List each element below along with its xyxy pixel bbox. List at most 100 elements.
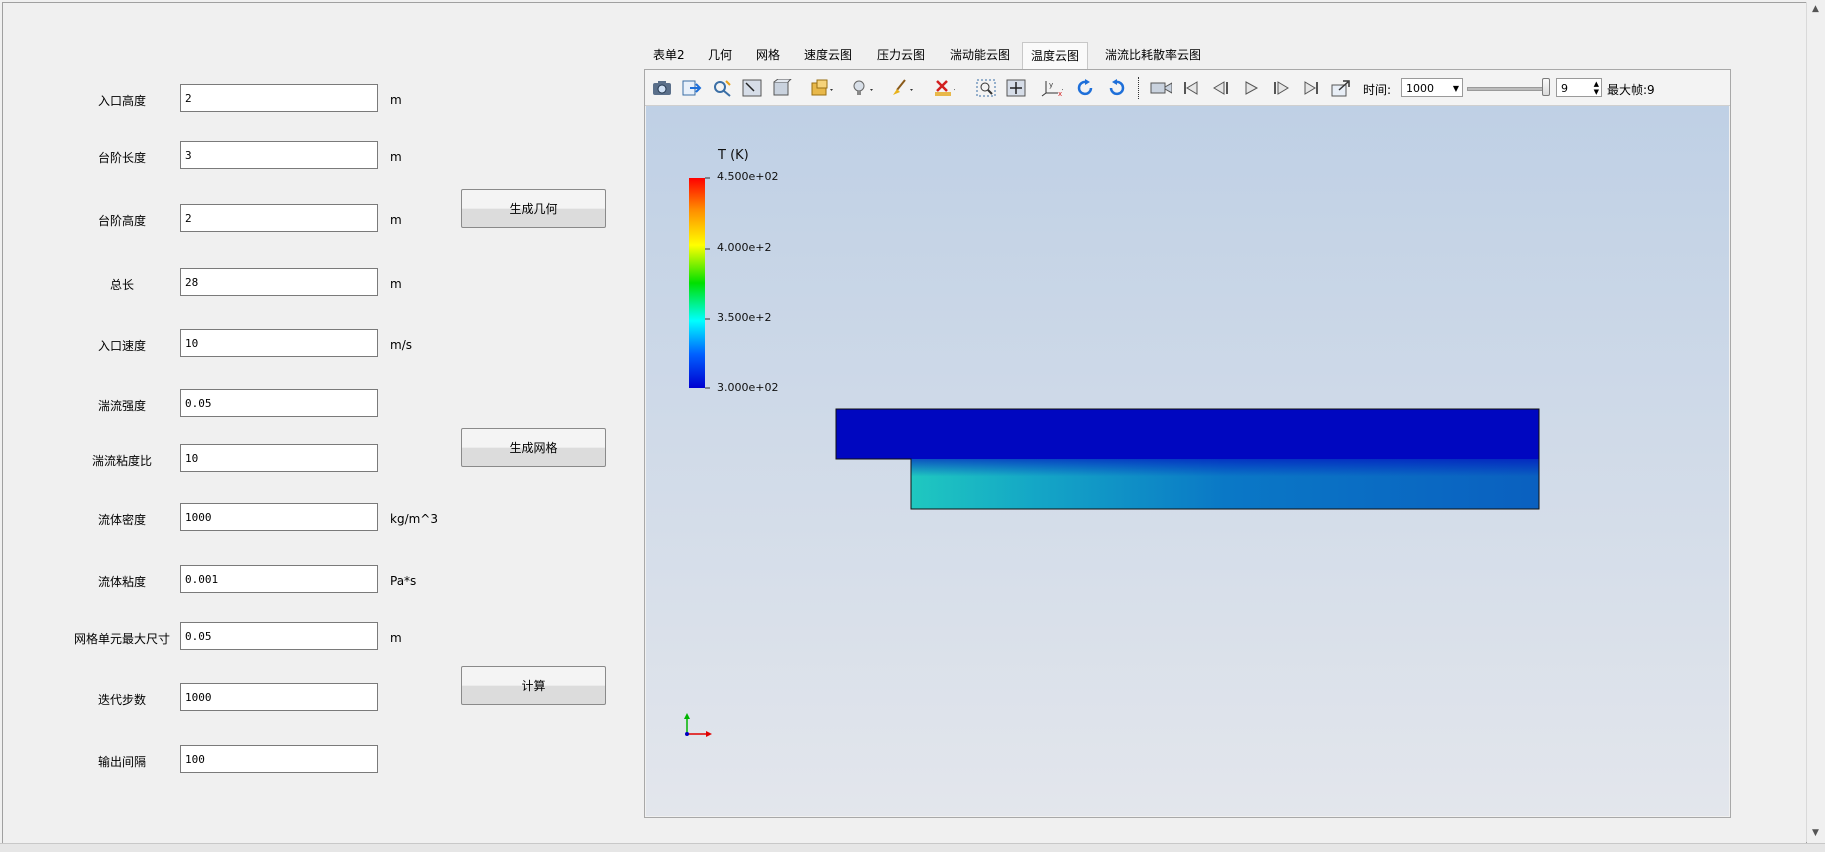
svg-text:x: x: [1058, 90, 1062, 97]
first-frame-icon[interactable]: [1180, 77, 1202, 99]
time-label: 时间:: [1363, 83, 1392, 97]
field-label: 总长: [109, 278, 134, 292]
next-frame-icon[interactable]: [1270, 77, 1292, 99]
vertical-scrollbar[interactable]: ▲ ▼: [1806, 2, 1824, 842]
export-animation-icon[interactable]: [1330, 77, 1352, 99]
rotate-cw-icon[interactable]: [1075, 77, 1097, 99]
field-label: 台阶高度: [97, 214, 146, 228]
tab-dissipation-contour[interactable]: 湍流比耗散率云图: [1097, 42, 1209, 69]
form-row: 入口高度 2 m: [60, 84, 460, 114]
unit-label: m: [390, 93, 402, 107]
y-axis-arrow-icon: [684, 713, 690, 719]
unit-label: m: [390, 150, 402, 164]
parameter-input[interactable]: 28: [180, 268, 378, 296]
form-row: 湍流强度 0.05: [60, 389, 460, 419]
open-file-icon[interactable]: [811, 77, 833, 99]
parameter-input[interactable]: 3: [180, 141, 378, 169]
form-row: 流体密度 1000 kg/m^3: [60, 503, 460, 533]
form-row: 网格单元最大尺寸 0.05 m: [60, 622, 460, 652]
toolbar-separator: [1138, 77, 1141, 99]
prev-frame-icon[interactable]: [1210, 77, 1232, 99]
field-label: 湍流粘度比: [91, 454, 152, 468]
parameter-input[interactable]: 1000: [180, 683, 378, 711]
field-label: 入口高度: [97, 94, 146, 108]
form-row: 迭代步数 1000: [60, 683, 460, 713]
temperature-scene: [684, 177, 1540, 737]
field-label: 迭代步数: [97, 693, 146, 707]
render-viewport[interactable]: T (K) 4.500e+02 4.000e+2 3.500e+2 3.000e…: [646, 106, 1729, 816]
tab-tke-contour[interactable]: 湍动能云图: [942, 42, 1018, 69]
parameter-input[interactable]: 100: [180, 745, 378, 773]
clear-icon[interactable]: [933, 77, 955, 99]
frame-spinbox[interactable]: 9 ▲ ▼: [1556, 78, 1602, 97]
axes-icon[interactable]: yx: [1041, 77, 1063, 99]
last-frame-icon[interactable]: [1300, 77, 1322, 99]
unit-label: m/s: [390, 338, 412, 352]
export-icon[interactable]: [681, 77, 703, 99]
frame-value: 9: [1561, 82, 1568, 95]
scroll-up-icon[interactable]: ▲: [1810, 4, 1821, 15]
select-region-icon[interactable]: [741, 77, 763, 99]
colorbar: [689, 178, 705, 388]
form-row: 湍流粘度比 10: [60, 444, 460, 474]
viewer-toolbar: yx 时间: 1000 ▼ 9 ▲ ▼ 最大帧:9: [645, 70, 1730, 106]
field-label: 流体粘度: [97, 575, 146, 589]
play-icon[interactable]: [1240, 77, 1262, 99]
box-icon[interactable]: [771, 77, 793, 99]
visualization-panel: yx 时间: 1000 ▼ 9 ▲ ▼ 最大帧:9 T (K) 4.500e+0…: [644, 69, 1731, 818]
form-row: 入口速度 10 m/s: [60, 329, 460, 359]
parameter-input[interactable]: 10: [180, 329, 378, 357]
light-icon[interactable]: [851, 77, 873, 99]
field-label: 流体密度: [97, 513, 146, 527]
generate-mesh-button[interactable]: 生成网格: [461, 428, 606, 467]
brush-icon[interactable]: [891, 77, 913, 99]
parameter-input[interactable]: 1000: [180, 503, 378, 531]
parameter-input[interactable]: 2: [180, 204, 378, 232]
tab-geometry[interactable]: 几何: [700, 42, 740, 69]
colorbar-tick-label: 4.000e+2: [717, 241, 772, 254]
chevron-down-icon: ▼: [1452, 84, 1459, 93]
unit-label: kg/m^3: [390, 512, 438, 526]
unit-label: m: [390, 213, 402, 227]
camera-icon[interactable]: [651, 77, 673, 99]
colorbar-tick-label: 3.500e+2: [717, 311, 772, 324]
fit-view-icon[interactable]: [1005, 77, 1027, 99]
spin-down-icon[interactable]: ▼: [1594, 88, 1599, 96]
time-combobox[interactable]: 1000 ▼: [1401, 78, 1463, 97]
zoom-box-icon[interactable]: [975, 77, 997, 99]
upper-inlet-region: [836, 409, 1539, 459]
parameter-input[interactable]: 0.05: [180, 622, 378, 650]
parameter-input[interactable]: 2: [180, 84, 378, 112]
field-label: 网格单元最大尺寸: [73, 632, 170, 646]
tab-pressure-contour[interactable]: 压力云图: [869, 42, 933, 69]
tab-form2[interactable]: 表单2: [645, 42, 693, 69]
rotate-ccw-icon[interactable]: [1105, 77, 1127, 99]
parameter-input[interactable]: 0.05: [180, 389, 378, 417]
form-row: 总长 28 m: [60, 268, 460, 298]
frame-slider[interactable]: [1467, 87, 1549, 91]
svg-text:y: y: [1049, 81, 1053, 89]
tab-temperature-contour[interactable]: 温度云图: [1022, 42, 1089, 70]
colorbar-tick-label: 3.000e+02: [717, 381, 779, 394]
field-label: 入口速度: [97, 339, 146, 353]
parameter-input[interactable]: 0.001: [180, 565, 378, 593]
parameter-input[interactable]: 10: [180, 444, 378, 472]
tab-velocity-contour[interactable]: 速度云图: [796, 42, 860, 69]
scroll-down-icon[interactable]: ▼: [1810, 828, 1821, 839]
pick-icon[interactable]: [711, 77, 733, 99]
lower-step-shading: [911, 459, 1539, 509]
form-row: 流体粘度 0.001 Pa*s: [60, 565, 460, 595]
frame-slider-handle[interactable]: [1542, 78, 1550, 96]
tab-mesh[interactable]: 网格: [748, 42, 788, 69]
record-icon[interactable]: [1150, 77, 1172, 99]
spin-up-icon[interactable]: ▲: [1594, 80, 1599, 88]
max-frame-label: 最大帧:9: [1607, 83, 1655, 97]
compute-button[interactable]: 计算: [461, 666, 606, 705]
unit-label: m: [390, 277, 402, 291]
axes-origin: [685, 732, 689, 736]
unit-label: Pa*s: [390, 574, 417, 588]
generate-geometry-button[interactable]: 生成几何: [461, 189, 606, 228]
field-label: 输出间隔: [97, 755, 146, 769]
colorbar-title: T (K): [718, 148, 749, 163]
form-row: 台阶长度 3 m: [60, 141, 460, 171]
